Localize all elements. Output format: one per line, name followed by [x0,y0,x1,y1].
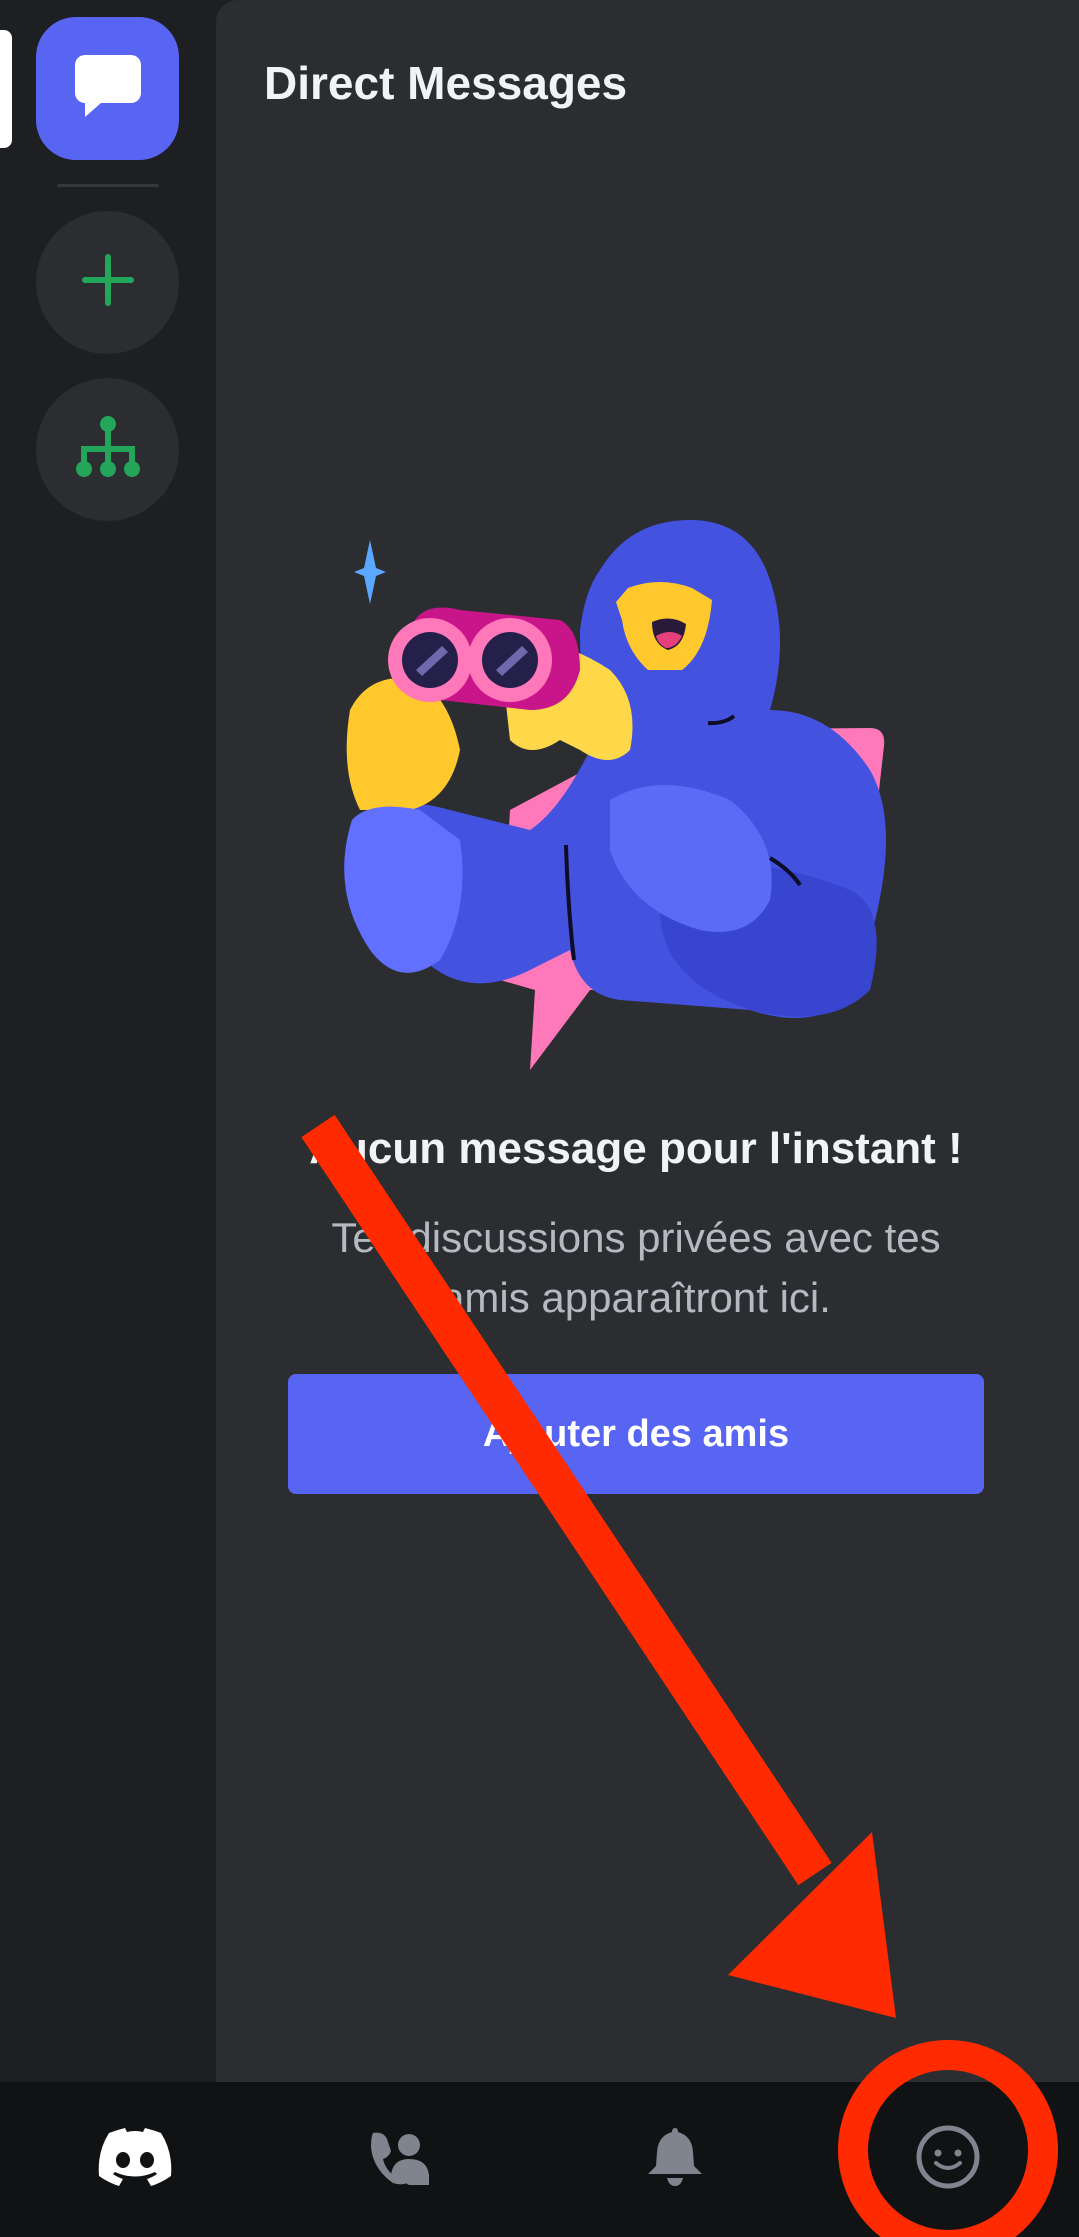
bell-icon [648,2128,702,2191]
rail-separator [57,184,159,187]
page-title: Direct Messages [264,57,628,109]
chat-bubble-icon [74,55,141,122]
tab-home[interactable] [55,2082,215,2237]
direct-messages-button[interactable] [36,17,179,160]
empty-state-description: Tes discussions privées avec tes amis ap… [331,1214,941,1321]
discord-screen: Direct Messages Aucun message pour l'ins… [0,0,1079,2237]
tab-friends[interactable] [320,2082,480,2237]
friends-icon [369,2129,431,2190]
tab-profile[interactable] [868,2082,1028,2237]
add-friends-button[interactable]: Ajouter des amis [288,1374,984,1494]
selected-pill-indicator [0,30,12,148]
tab-notifications[interactable] [595,2082,755,2237]
smiley-icon [916,2125,980,2194]
hub-icon [75,416,140,483]
bottom-navigation [0,2082,1079,2237]
add-server-button[interactable] [36,211,179,354]
wumpus-binoculars-illustration [330,510,970,1070]
explore-servers-button[interactable] [36,378,179,521]
discord-logo-icon [97,2128,173,2191]
plus-icon [81,254,134,311]
server-rail [0,0,216,2082]
direct-messages-panel: Direct Messages Aucun message pour l'ins… [216,0,1079,2082]
empty-state-title: Aucun message pour l'instant ! [309,1124,963,1173]
